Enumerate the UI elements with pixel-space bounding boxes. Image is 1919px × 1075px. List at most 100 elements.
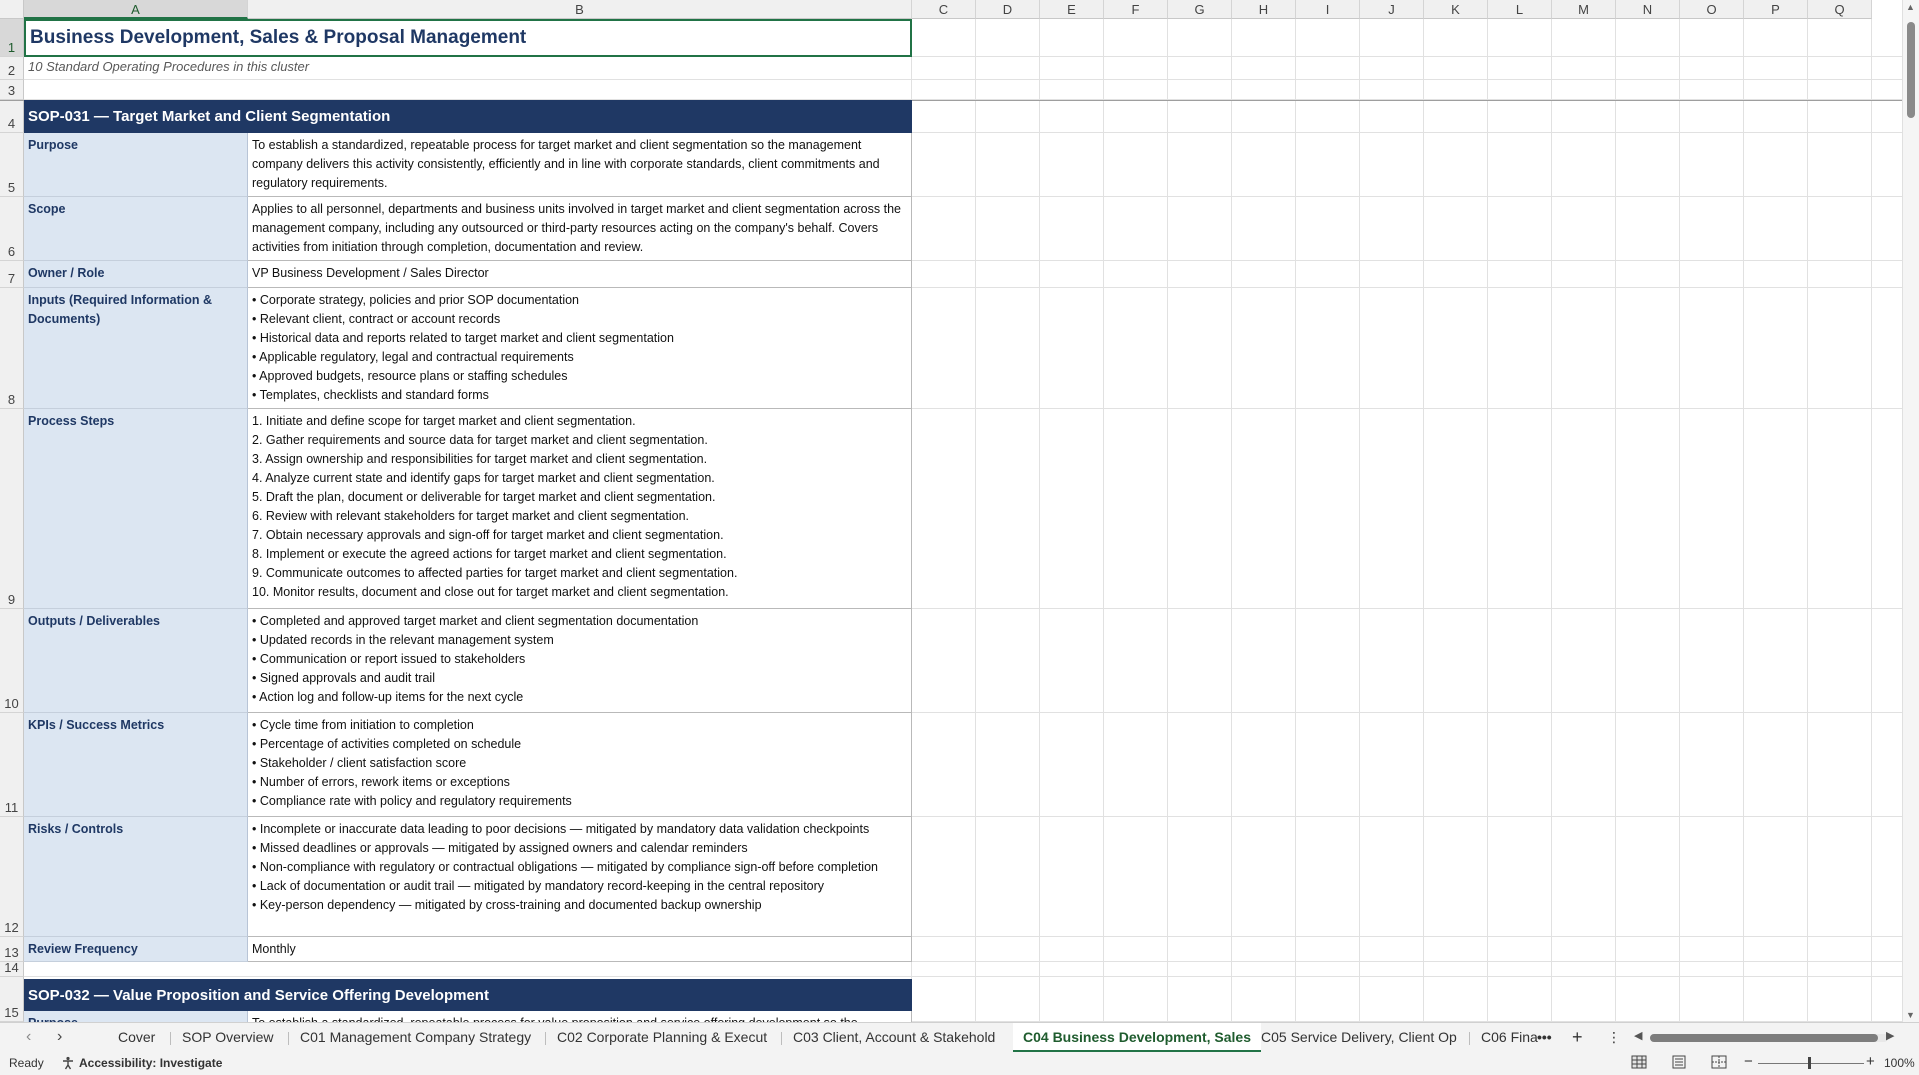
sheet-tab[interactable]: C04 Business Development, Sales — [1013, 1023, 1261, 1052]
row-header-1[interactable]: 1 — [0, 19, 24, 57]
sheet-tab[interactable]: C01 Management Company Strategy — [290, 1023, 541, 1052]
field-label-cell[interactable]: Review Frequency — [24, 937, 248, 962]
column-header-l[interactable]: L — [1488, 0, 1552, 19]
column-header-d[interactable]: D — [976, 0, 1040, 19]
field-value-cell[interactable]: 1. Initiate and define scope for target … — [248, 409, 912, 609]
field-label-cell[interactable]: Risks / Controls — [24, 817, 248, 937]
field-value-cell[interactable]: To establish a standardized, repeatable … — [248, 133, 912, 197]
accessibility-status[interactable]: Accessibility: Investigate — [79, 1056, 222, 1070]
page-layout-icon[interactable] — [1671, 1055, 1687, 1072]
field-value-cell[interactable]: • Completed and approved target market a… — [248, 609, 912, 713]
scroll-down-icon[interactable]: ▼ — [1906, 1010, 1915, 1020]
sop-section-header[interactable]: SOP-032 — Value Proposition and Service … — [24, 979, 912, 1011]
row-header-13[interactable]: 13 — [0, 937, 24, 962]
row-header-9[interactable]: 9 — [0, 409, 24, 609]
row-header-15[interactable]: 15 — [0, 977, 24, 1022]
field-value-cell[interactable]: VP Business Development / Sales Director — [248, 261, 912, 288]
scroll-right-icon[interactable]: ▶ — [1886, 1029, 1894, 1042]
row-header-12[interactable]: 12 — [0, 817, 24, 937]
sheet-tab[interactable]: C03 Client, Account & Stakehold — [783, 1023, 1005, 1052]
field-label-cell[interactable]: Purpose — [24, 133, 248, 197]
field-label-cell[interactable]: Scope — [24, 197, 248, 261]
column-header-e[interactable]: E — [1040, 0, 1104, 19]
tab-separator — [170, 1032, 171, 1045]
gridline — [1679, 19, 1680, 1022]
field-label-cell[interactable]: Owner / Role — [24, 261, 248, 288]
chevron-right-icon[interactable]: › — [57, 1028, 62, 1046]
column-header-i[interactable]: I — [1296, 0, 1360, 19]
status-ready: Ready — [9, 1056, 44, 1070]
zoom-in-button[interactable]: + — [1866, 1053, 1875, 1070]
column-header-m[interactable]: M — [1552, 0, 1616, 19]
page-break-icon[interactable] — [1711, 1055, 1727, 1072]
zoom-out-button[interactable]: − — [1744, 1053, 1753, 1070]
zoom-slider-thumb[interactable] — [1808, 1057, 1811, 1069]
column-header-k[interactable]: K — [1424, 0, 1488, 19]
column-header-n[interactable]: N — [1616, 0, 1680, 19]
column-header-j[interactable]: J — [1360, 0, 1424, 19]
gridline — [1039, 19, 1040, 1022]
field-label-cell[interactable]: Process Steps — [24, 409, 248, 609]
horizontal-scroll-thumb[interactable] — [1650, 1034, 1878, 1042]
sheet-tab[interactable]: C05 Service Delivery, Client Op — [1251, 1023, 1467, 1052]
accessibility-icon[interactable] — [61, 1056, 75, 1073]
field-label-cell[interactable]: Outputs / Deliverables — [24, 609, 248, 713]
column-header-b[interactable]: B — [248, 0, 912, 19]
field-value-cell[interactable]: Monthly — [248, 937, 912, 962]
row-header-14[interactable]: 14 — [0, 960, 24, 977]
sheet-tab[interactable]: SOP Overview — [172, 1023, 284, 1052]
row-header-2[interactable]: 2 — [0, 57, 24, 80]
vertical-scroll-thumb[interactable] — [1907, 22, 1915, 118]
row-header-3[interactable]: 3 — [0, 80, 24, 100]
field-label-cell[interactable]: KPIs / Success Metrics — [24, 713, 248, 817]
sheet-options-button[interactable]: ⋮ — [1603, 1023, 1625, 1052]
field-label-cell[interactable]: Inputs (Required Information & Documents… — [24, 288, 248, 409]
gridline — [975, 19, 976, 1022]
column-header-c[interactable]: C — [912, 0, 976, 19]
column-header-g[interactable]: G — [1168, 0, 1232, 19]
zoom-slider[interactable] — [1758, 1063, 1864, 1064]
column-header-h[interactable]: H — [1232, 0, 1296, 19]
more-tabs-button[interactable]: ••• — [1533, 1023, 1556, 1052]
tab-separator — [1469, 1032, 1470, 1045]
vertical-scrollbar[interactable]: ▲ ▼ — [1902, 0, 1919, 1022]
chevron-left-icon[interactable]: ‹ — [26, 1028, 31, 1046]
gridline — [24, 976, 1904, 977]
horizontal-scrollbar[interactable]: ◀ ▶ — [1634, 1029, 1904, 1045]
column-header-f[interactable]: F — [1104, 0, 1168, 19]
row-header-11[interactable]: 11 — [0, 713, 24, 817]
status-bar: Ready Accessibility: Investigate − + 100… — [0, 1052, 1919, 1075]
column-header-o[interactable]: O — [1680, 0, 1744, 19]
column-header-a[interactable]: A — [24, 0, 248, 19]
sheet-tab-bar: ‹ › Cover SOP Overview C01 Management Comp… — [0, 1022, 1919, 1052]
grid-view-icon[interactable] — [1631, 1055, 1647, 1072]
scroll-up-icon[interactable]: ▲ — [1906, 2, 1915, 12]
field-label-cell[interactable]: Purpose — [24, 1011, 248, 1022]
row-header-10[interactable]: 10 — [0, 609, 24, 713]
field-value-cell[interactable]: Applies to all personnel, departments an… — [248, 197, 912, 261]
sheet-tab[interactable]: Cover — [108, 1023, 165, 1052]
select-all-corner[interactable] — [0, 0, 24, 19]
page-title-cell[interactable]: Business Development, Sales & Proposal M… — [24, 19, 912, 57]
row-header-4[interactable]: 4 — [0, 100, 24, 133]
row-header-6[interactable]: 6 — [0, 197, 24, 261]
row-header-7[interactable]: 7 — [0, 261, 24, 288]
field-value-cell[interactable]: To establish a standardized, repeatable … — [248, 1011, 912, 1022]
gridline — [1487, 19, 1488, 1022]
zoom-level[interactable]: 100% — [1884, 1056, 1915, 1070]
subtitle-cell[interactable]: 10 Standard Operating Procedures in this… — [24, 57, 912, 80]
column-header-q[interactable]: Q — [1808, 0, 1872, 19]
field-value-cell[interactable]: • Incomplete or inaccurate data leading … — [248, 817, 912, 937]
gridline — [1423, 19, 1424, 1022]
gridline — [1615, 19, 1616, 1022]
row-header-5[interactable]: 5 — [0, 133, 24, 197]
sop-section-header[interactable]: SOP-031 — Target Market and Client Segme… — [24, 100, 912, 133]
column-header-p[interactable]: P — [1744, 0, 1808, 19]
sheet-tab[interactable]: C02 Corporate Planning & Execut — [547, 1023, 777, 1052]
field-value-cell[interactable]: • Corporate strategy, policies and prior… — [248, 288, 912, 409]
scroll-left-icon[interactable]: ◀ — [1634, 1029, 1642, 1042]
spreadsheet-grid[interactable]: ABCDEFGHIJKLMNOPQ 1 2 3 4 5 6 7 8 9 10 11 12 13 14 15 … — [0, 0, 1919, 1022]
row-header-8[interactable]: 8 — [0, 288, 24, 409]
field-value-cell[interactable]: • Cycle time from initiation to completi… — [248, 713, 912, 817]
add-sheet-button[interactable]: + — [1568, 1023, 1587, 1052]
